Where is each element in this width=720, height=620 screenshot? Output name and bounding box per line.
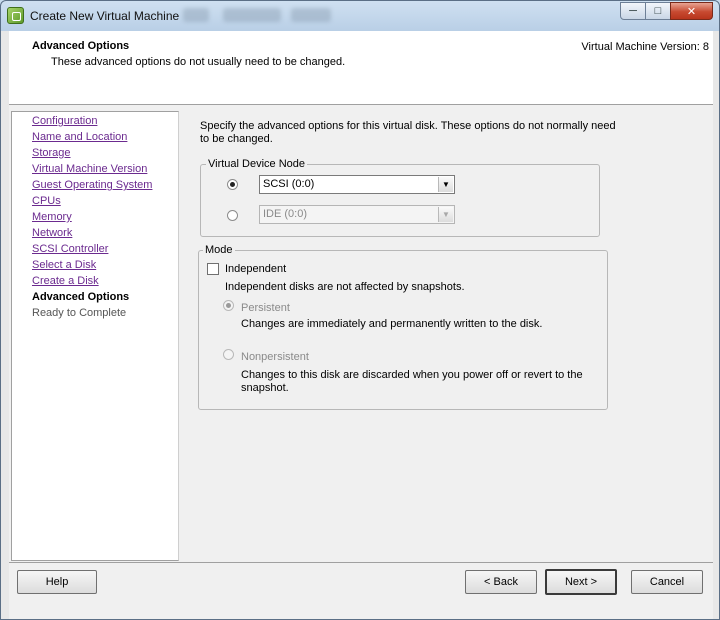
blurred-background-text [291, 8, 331, 22]
ide-node-value: IDE (0:0) [263, 208, 308, 220]
back-button[interactable]: < Back [465, 570, 537, 594]
nav-item-storage[interactable]: Storage [32, 147, 71, 159]
nav-item-select-a-disk[interactable]: Select a Disk [32, 259, 96, 271]
virtual-device-node-group: Virtual Device Node SCSI (0:0) ▼ IDE (0:… [200, 158, 600, 237]
wizard-content: Configuration Name and Location Storage Vir… [9, 105, 713, 562]
maximize-icon[interactable]: □ [645, 2, 671, 20]
next-button[interactable]: Next > [545, 569, 617, 595]
back-button-label: < Back [484, 576, 518, 588]
help-button[interactable]: Help [17, 570, 97, 594]
vsphere-app-icon [7, 7, 24, 24]
nav-item-configuration[interactable]: Configuration [32, 115, 97, 127]
nav-item-memory[interactable]: Memory [32, 211, 72, 223]
nonpersistent-description: Changes to this disk are discarded when … [241, 369, 583, 381]
blurred-background-text [183, 8, 209, 22]
ide-radio[interactable] [227, 210, 238, 221]
scsi-node-value: SCSI (0:0) [263, 178, 315, 190]
nav-item-cpus[interactable]: CPUs [32, 195, 61, 207]
help-button-label: Help [45, 576, 69, 588]
window-controls: ─ □ ✕ [620, 2, 713, 20]
title-bar[interactable]: Create New Virtual Machine ─ □ ✕ [1, 1, 719, 31]
blurred-background-text [223, 8, 281, 22]
scsi-radio[interactable] [227, 179, 238, 190]
nav-item-network[interactable]: Network [32, 227, 72, 239]
cancel-button-label: Cancel [649, 576, 685, 588]
minimize-icon[interactable]: ─ [620, 2, 646, 20]
scsi-node-select[interactable]: SCSI (0:0) ▼ [259, 175, 455, 194]
page-subtitle: These advanced options do not usually ne… [51, 56, 346, 68]
nav-item-name-and-location[interactable]: Name and Location [32, 131, 127, 143]
wizard-header: Advanced Options These advanced options … [9, 31, 713, 105]
nav-item-create-a-disk[interactable]: Create a Disk [32, 275, 99, 287]
description-text: Specify the advanced options for this vi… [200, 120, 616, 145]
persistent-radio[interactable] [223, 300, 234, 311]
cancel-button[interactable]: Cancel [631, 570, 703, 594]
next-button-label: Next > [564, 576, 598, 588]
nonpersistent-description-continued: snapshot. [241, 382, 289, 394]
nav-item-advanced-options: Advanced Options [32, 291, 130, 303]
chevron-down-icon[interactable]: ▼ [438, 207, 453, 222]
nav-item-ready-to-complete: Ready to Complete [32, 307, 127, 319]
virtual-device-node-legend: Virtual Device Node [206, 158, 308, 170]
nonpersistent-radio[interactable] [223, 349, 234, 360]
vm-version-label: Virtual Machine Version: 8 [581, 41, 709, 53]
chevron-down-icon[interactable]: ▼ [438, 177, 453, 192]
nav-item-scsi-controller[interactable]: SCSI Controller [32, 243, 108, 255]
window-title: Create New Virtual Machine [30, 9, 180, 23]
wizard-footer: Help < Back Next > Cancel [9, 562, 713, 619]
mode-legend: Mode [203, 244, 235, 256]
mode-group: Mode Independent Independent disks are n… [198, 244, 608, 410]
independent-checkbox[interactable] [207, 263, 219, 275]
nav-item-guest-operating-system[interactable]: Guest Operating System [32, 179, 152, 191]
page-title: Advanced Options [32, 40, 130, 52]
wizard-window: Create New Virtual Machine ─ □ ✕ Advance… [0, 0, 720, 620]
independent-note: Independent disks are not affected by sn… [225, 281, 465, 293]
nonpersistent-label: Nonpersistent [241, 351, 309, 363]
nav-item-virtual-machine-version[interactable]: Virtual Machine Version [32, 163, 147, 175]
persistent-label: Persistent [241, 302, 290, 314]
persistent-description: Changes are immediately and permanently … [241, 318, 543, 330]
close-icon[interactable]: ✕ [670, 2, 713, 20]
wizard-step-list: Configuration Name and Location Storage Vir… [11, 111, 179, 561]
independent-label[interactable]: Independent [225, 263, 286, 275]
ide-node-select[interactable]: IDE (0:0) ▼ [259, 205, 455, 224]
